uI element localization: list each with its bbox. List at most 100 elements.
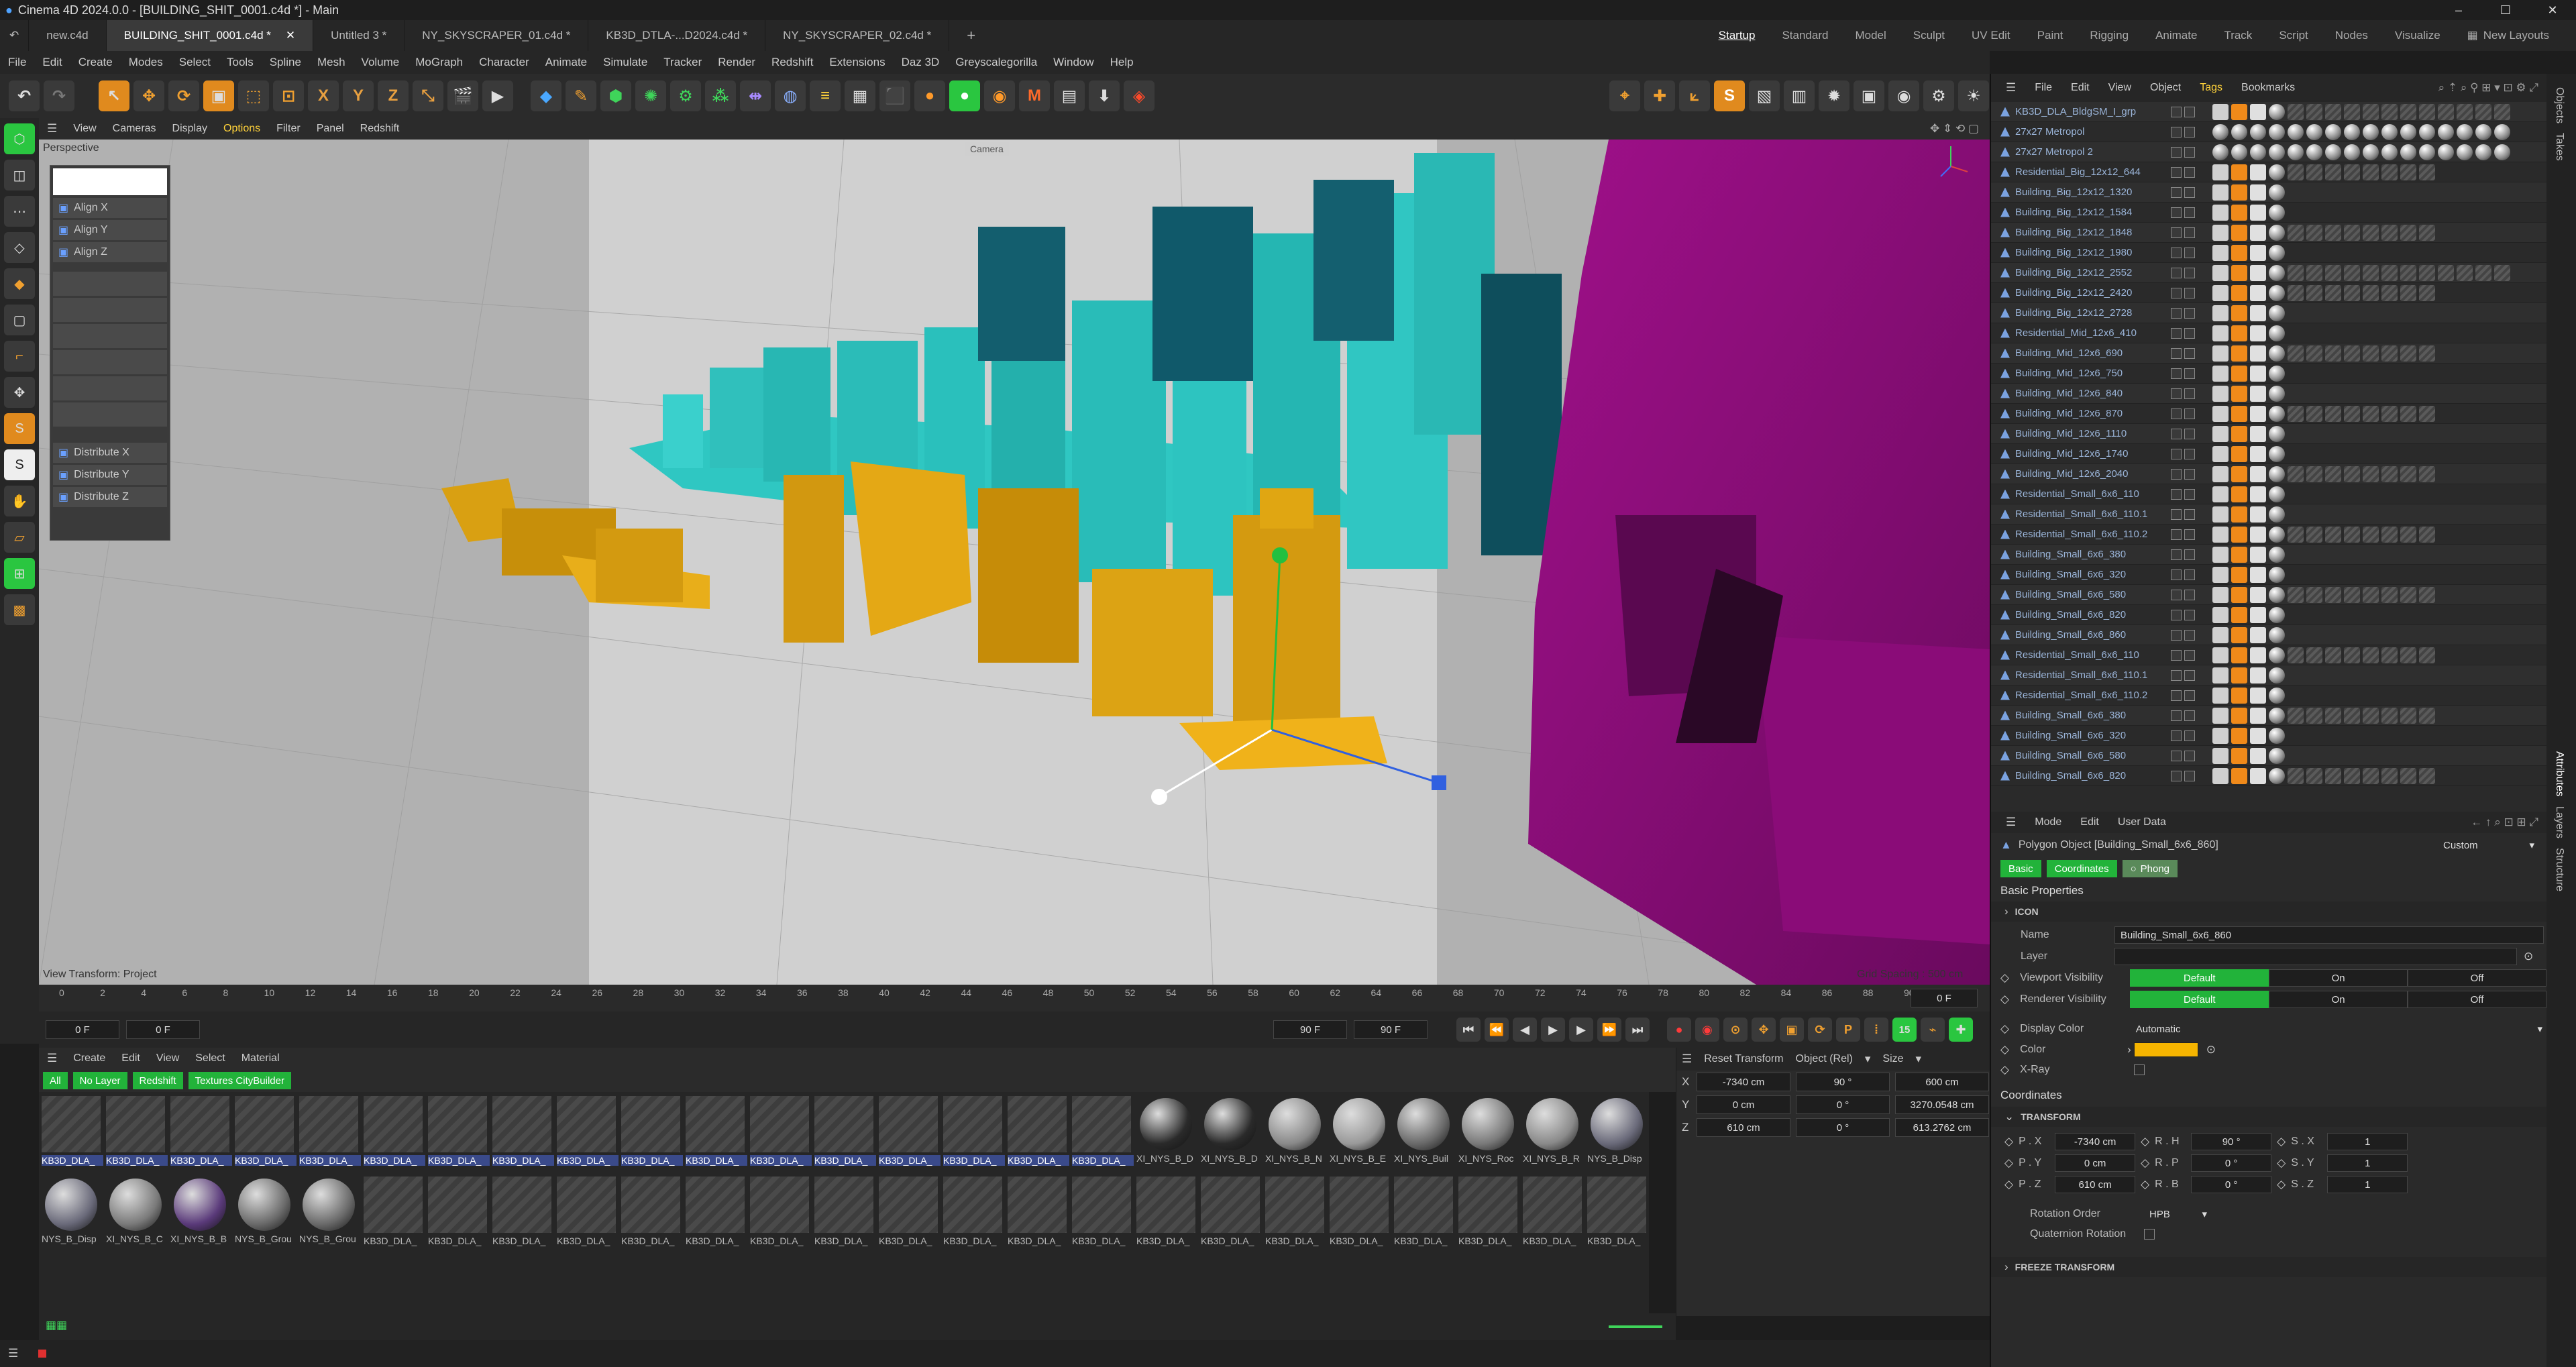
visibility-dot-icon[interactable] xyxy=(2184,669,2195,681)
material-tag-icon[interactable] xyxy=(2325,707,2341,724)
spline-tool-icon[interactable]: ◍ xyxy=(775,80,806,111)
vp-menu-cameras[interactable]: Cameras xyxy=(105,123,164,135)
object-row[interactable]: Building_Small_6x6_320 xyxy=(1991,565,2546,585)
workplane-icon[interactable]: ▱ xyxy=(4,522,35,553)
tab-phong[interactable]: ○ Phong xyxy=(2122,860,2178,877)
visibility-dot-icon[interactable] xyxy=(2184,368,2195,379)
attr-menu-mode[interactable]: Mode xyxy=(2027,816,2070,828)
material-tag-icon[interactable] xyxy=(2231,747,2247,764)
material-tag-icon[interactable] xyxy=(2231,264,2247,281)
visibility-flags[interactable] xyxy=(2165,227,2212,238)
material-tag-icon[interactable] xyxy=(2344,144,2360,160)
material-tag-icon[interactable] xyxy=(2288,164,2304,180)
visibility-flags[interactable] xyxy=(2165,307,2212,319)
material-tag-icon[interactable] xyxy=(2212,606,2229,623)
object-row[interactable]: Residential_Small_6x6_110 xyxy=(1991,645,2546,665)
material-tag-icon[interactable] xyxy=(2306,284,2322,301)
object-row[interactable]: 27x27 Metropol xyxy=(1991,122,2546,142)
material-tag-icon[interactable] xyxy=(2231,626,2247,643)
material-tag-icon[interactable] xyxy=(2363,405,2379,422)
material-tag-icon[interactable] xyxy=(2212,103,2229,120)
material-tag-icon[interactable] xyxy=(2325,647,2341,663)
material-tag-icon[interactable] xyxy=(2288,586,2304,603)
material-thumbnail[interactable]: XI_NYS_B_B xyxy=(170,1177,229,1250)
material-tag-icon[interactable] xyxy=(2231,466,2247,482)
pos-x-field[interactable]: -7340 cm xyxy=(1697,1073,1790,1091)
material-tag-icon[interactable] xyxy=(2363,707,2379,724)
planar-workplane-icon[interactable]: ▩ xyxy=(4,594,35,625)
visibility-dot-icon[interactable] xyxy=(2171,227,2182,238)
snap-icon[interactable]: ⌖ xyxy=(1609,80,1640,111)
material-tag-icon[interactable] xyxy=(2325,345,2341,362)
material-tag-icon[interactable] xyxy=(2325,466,2341,482)
align-slot[interactable] xyxy=(53,298,167,322)
menu-volume[interactable]: Volume xyxy=(354,56,408,69)
visibility-dot-icon[interactable] xyxy=(2171,629,2182,641)
visibility-dot-icon[interactable] xyxy=(2184,227,2195,238)
object-row[interactable]: KB3D_DLA_BldgSM_I_grp xyxy=(1991,102,2546,122)
align-panel-header[interactable] xyxy=(53,168,167,195)
material-tag-icon[interactable] xyxy=(2269,405,2285,422)
material-tag-icon[interactable] xyxy=(2438,103,2454,120)
material-tag-icon[interactable] xyxy=(2212,385,2229,402)
material-thumbnail[interactable]: XI_NYS_Buil xyxy=(1394,1096,1453,1170)
object-row[interactable]: Residential_Small_6x6_110.2 xyxy=(1991,686,2546,706)
material-thumbnail[interactable]: KB3D_DLA_ xyxy=(170,1096,232,1170)
material-thumbnail[interactable]: KB3D_DLA_ xyxy=(750,1096,812,1170)
material-tag-icon[interactable] xyxy=(2212,264,2229,281)
rotation-order-select[interactable]: HPB ▾ xyxy=(2144,1205,2211,1223)
material-thumbnail[interactable]: KB3D_DLA_ xyxy=(686,1096,747,1170)
workplane-icon[interactable]: ▧ xyxy=(1749,80,1780,111)
material-tag-icon[interactable] xyxy=(2400,284,2416,301)
material-tag-icon[interactable] xyxy=(2363,466,2379,482)
material-tag-icon[interactable] xyxy=(2231,345,2247,362)
effector-icon[interactable]: ⚙ xyxy=(670,80,701,111)
vp-menu-options[interactable]: Options xyxy=(215,123,268,135)
scale-z-field[interactable]: 1 xyxy=(2327,1176,2408,1193)
visibility-flags[interactable] xyxy=(2165,207,2212,218)
material-tag-icon[interactable] xyxy=(2269,264,2285,281)
filter-no-layer[interactable]: No Layer xyxy=(72,1072,127,1089)
material-thumbnail[interactable]: KB3D_DLA_ xyxy=(1523,1177,1582,1250)
chevron-down-icon[interactable]: ▾ xyxy=(1916,1052,1922,1066)
visibility-flags[interactable] xyxy=(2165,710,2212,721)
visibility-dot-icon[interactable] xyxy=(2184,710,2195,721)
size-x-field[interactable]: 600 cm xyxy=(1895,1073,1989,1091)
material-tag-icon[interactable] xyxy=(2250,767,2266,784)
material-tag-icon[interactable] xyxy=(2231,586,2247,603)
material-tag-icon[interactable] xyxy=(2250,506,2266,523)
visibility-flags[interactable] xyxy=(2165,730,2212,741)
material-tag-icon[interactable] xyxy=(2250,687,2266,704)
visibility-dot-icon[interactable] xyxy=(2184,750,2195,761)
material-tag-icon[interactable] xyxy=(2250,164,2266,180)
material-tag-icon[interactable] xyxy=(2231,425,2247,442)
visibility-dot-icon[interactable] xyxy=(2171,267,2182,278)
material-tag-icon[interactable] xyxy=(2419,345,2435,362)
start-frame-field[interactable]: 0 F xyxy=(46,1020,119,1039)
object-row[interactable]: Building_Big_12x12_2552 xyxy=(1991,263,2546,283)
visibility-flags[interactable] xyxy=(2165,569,2212,580)
visibility-dot-icon[interactable] xyxy=(2171,468,2182,480)
material-tag-icon[interactable] xyxy=(2288,264,2304,281)
visibility-dot-icon[interactable] xyxy=(2171,146,2182,158)
material-tag-icon[interactable] xyxy=(2306,224,2322,241)
visibility-flags[interactable] xyxy=(2165,388,2212,399)
visibility-dot-icon[interactable] xyxy=(2184,186,2195,198)
material-tag-icon[interactable] xyxy=(2306,164,2322,180)
align-slot[interactable] xyxy=(53,376,167,400)
visibility-dot-icon[interactable] xyxy=(2171,347,2182,359)
layout-tab[interactable]: Model xyxy=(1841,20,1899,51)
visibility-dot-icon[interactable] xyxy=(2184,347,2195,359)
diamond-icon[interactable]: ◇ xyxy=(2000,993,2009,1006)
coord-system-icon[interactable]: ⤡ xyxy=(413,80,443,111)
object-row[interactable]: Residential_Small_6x6_110.1 xyxy=(1991,665,2546,686)
diamond-icon[interactable]: ◇ xyxy=(2004,1135,2013,1148)
texture-mode-icon[interactable]: ◫ xyxy=(4,160,35,190)
material-tag-icon[interactable] xyxy=(2306,586,2322,603)
layout-tab[interactable]: Startup xyxy=(1705,20,1769,51)
layout-tab[interactable]: Track xyxy=(2210,20,2265,51)
material-thumbnail[interactable]: KB3D_DLA_ xyxy=(1072,1177,1131,1250)
visibility-flags[interactable] xyxy=(2165,750,2212,761)
vp-menu-display[interactable]: Display xyxy=(164,123,215,135)
layout-tab[interactable]: Nodes xyxy=(2322,20,2381,51)
